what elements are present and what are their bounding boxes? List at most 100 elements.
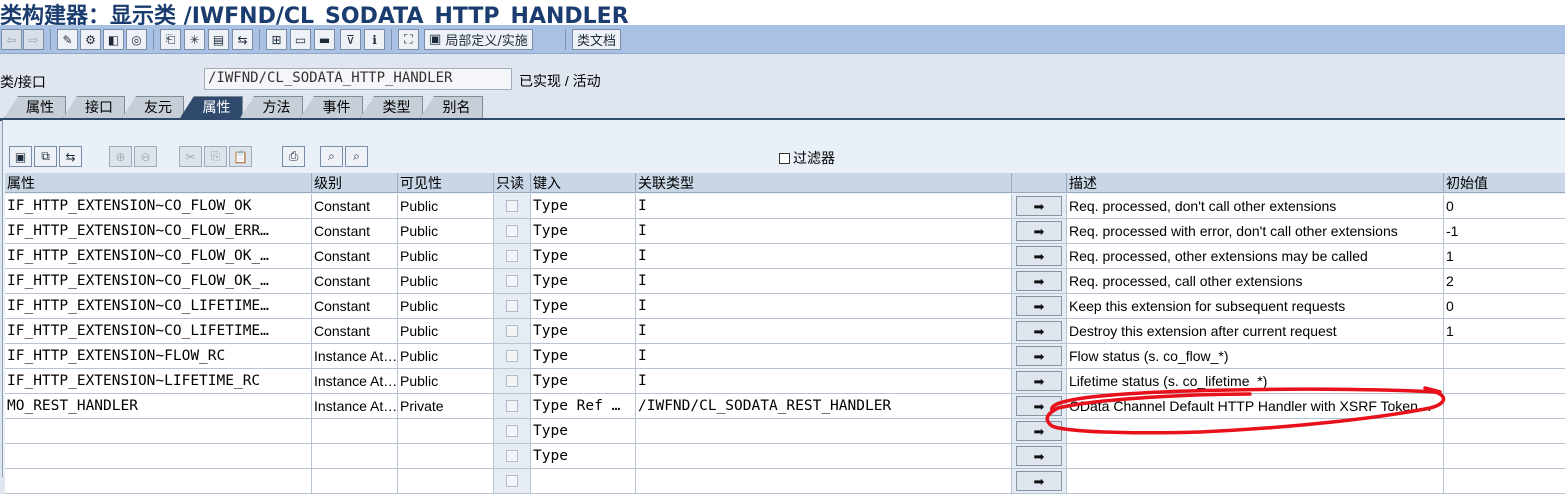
cell-desc[interactable]: Req. processed, call other extensions (1067, 269, 1444, 294)
cell-readonly[interactable] (494, 319, 531, 344)
cell-typing[interactable] (531, 469, 636, 494)
class-interface-input[interactable]: /IWFND/CL_SODATA_HTTP_HANDLER (204, 68, 512, 90)
cell-assoc[interactable]: I (636, 319, 1012, 344)
cell-init[interactable] (1444, 469, 1565, 494)
cell-readonly[interactable] (494, 294, 531, 319)
cell-init[interactable]: 0 (1444, 194, 1565, 219)
cell-navigate[interactable]: ➡ (1012, 419, 1067, 444)
cell-vis[interactable] (398, 469, 494, 494)
info-icon[interactable]: ℹ (364, 29, 385, 50)
table-row[interactable]: IF_HTTP_EXTENSION~CO_FLOW_OK_… Constant Pu… (5, 244, 1565, 269)
cell-attr[interactable]: IF_HTTP_EXTENSION~CO_LIFETIME… (5, 319, 312, 344)
cell-vis[interactable]: Public (398, 219, 494, 244)
class-documentation-button[interactable]: 类文档 (572, 29, 622, 50)
table-row[interactable]: Type ➡ (5, 444, 1565, 469)
cell-readonly[interactable] (494, 344, 531, 369)
cell-attr[interactable] (5, 419, 312, 444)
cell-navigate[interactable]: ➡ (1012, 344, 1067, 369)
table-row[interactable]: IF_HTTP_EXTENSION~CO_FLOW_ERR… Constant Pu… (5, 219, 1565, 244)
details-icon[interactable]: ▣ (9, 146, 32, 167)
column-header-description[interactable]: 描述 (1067, 173, 1444, 193)
tab-friends[interactable]: 友元 (122, 96, 184, 118)
cell-vis[interactable] (398, 419, 494, 444)
cell-typing[interactable]: Type (531, 344, 636, 369)
cell-desc[interactable]: Req. processed with error, don't call ot… (1067, 219, 1444, 244)
cell-attr[interactable]: MO_REST_HANDLER (5, 394, 312, 419)
cut-icon[interactable]: ✂ (179, 146, 202, 167)
cell-desc[interactable]: OData Channel Default HTTP Handler with … (1067, 394, 1444, 419)
cell-level[interactable]: Constant (312, 194, 398, 219)
cell-readonly[interactable] (494, 269, 531, 294)
find-next-icon[interactable]: ⌕ (345, 146, 368, 167)
arrow-right-icon[interactable]: ➡ (1016, 271, 1062, 291)
readonly-checkbox[interactable] (506, 250, 518, 262)
cell-desc[interactable]: Lifetime status (s. co_lifetime_*) (1067, 369, 1444, 394)
table-row[interactable]: IF_HTTP_EXTENSION~CO_FLOW_OK_… Constant Pu… (5, 269, 1565, 294)
column-header-level[interactable]: 级别 (312, 173, 398, 193)
cell-init[interactable] (1444, 369, 1565, 394)
cell-typing[interactable]: Type (531, 319, 636, 344)
cell-init[interactable] (1444, 394, 1565, 419)
cell-assoc[interactable] (636, 444, 1012, 469)
arrow-right-icon[interactable]: ➡ (1016, 396, 1062, 416)
display-change-icon[interactable]: ✎ (57, 29, 78, 50)
cell-typing[interactable]: Type (531, 294, 636, 319)
readonly-checkbox[interactable] (506, 200, 518, 212)
navigate-icon[interactable]: ⇆ (59, 146, 82, 167)
copy-icon[interactable]: ⧉ (34, 146, 57, 167)
cell-typing[interactable]: Type (531, 244, 636, 269)
cell-level[interactable]: Constant (312, 319, 398, 344)
cell-vis[interactable]: Public (398, 244, 494, 269)
cell-desc[interactable]: Keep this extension for subsequent reque… (1067, 294, 1444, 319)
cell-assoc[interactable]: I (636, 244, 1012, 269)
cell-readonly[interactable] (494, 369, 531, 394)
cell-level[interactable]: Constant (312, 219, 398, 244)
cell-assoc[interactable]: I (636, 294, 1012, 319)
display-object-list-icon[interactable]: ▤ (208, 29, 229, 50)
readonly-checkbox[interactable] (506, 375, 518, 387)
activate-icon[interactable]: ◎ (126, 29, 147, 50)
cell-level[interactable] (312, 469, 398, 494)
delete-row-icon[interactable]: ⊖ (134, 146, 157, 167)
cell-readonly[interactable] (494, 444, 531, 469)
table-row[interactable]: Type ➡ (5, 419, 1565, 444)
cell-assoc[interactable]: I (636, 194, 1012, 219)
cell-readonly[interactable] (494, 219, 531, 244)
readonly-checkbox[interactable] (506, 400, 518, 412)
cell-assoc[interactable]: I (636, 269, 1012, 294)
cell-typing[interactable]: Type (531, 219, 636, 244)
cell-vis[interactable]: Public (398, 294, 494, 319)
cell-assoc[interactable]: /IWFND/CL_SODATA_REST_HANDLER (636, 394, 1012, 419)
cell-assoc[interactable] (636, 419, 1012, 444)
cell-readonly[interactable] (494, 194, 531, 219)
column-header-visibility[interactable]: 可见性 (398, 173, 494, 193)
arrow-right-icon[interactable]: ➡ (1016, 246, 1062, 266)
arrow-right-icon[interactable]: ➡ (1016, 471, 1062, 491)
cell-navigate[interactable]: ➡ (1012, 244, 1067, 269)
arrow-right-icon[interactable]: ➡ (1016, 196, 1062, 216)
cell-readonly[interactable] (494, 244, 531, 269)
cell-readonly[interactable] (494, 419, 531, 444)
readonly-checkbox[interactable] (506, 350, 518, 362)
cell-assoc[interactable]: I (636, 369, 1012, 394)
cell-navigate[interactable]: ➡ (1012, 294, 1067, 319)
print-icon[interactable]: ▭ (290, 29, 311, 50)
insert-row-icon[interactable]: ⊕ (109, 146, 132, 167)
cell-navigate[interactable]: ➡ (1012, 269, 1067, 294)
table-row[interactable]: IF_HTTP_EXTENSION~CO_LIFETIME… Constant Pu… (5, 294, 1565, 319)
table-row[interactable]: MO_REST_HANDLER Instance At… Private Type R… (5, 394, 1565, 419)
arrow-right-icon[interactable]: ➡ (1016, 221, 1062, 241)
cell-assoc[interactable] (636, 469, 1012, 494)
print-icon[interactable]: ⎙ (282, 146, 305, 167)
paste-icon[interactable]: 📋 (229, 146, 252, 167)
table-row[interactable]: ➡ (5, 469, 1565, 494)
tab-properties[interactable]: 属性 (4, 96, 66, 118)
column-header-associated-type[interactable]: 关联类型 (636, 173, 1012, 193)
cell-attr[interactable]: IF_HTTP_EXTENSION~CO_LIFETIME… (5, 294, 312, 319)
object-list-icon[interactable]: ✳ (184, 29, 205, 50)
cell-desc[interactable] (1067, 469, 1444, 494)
hierarchy-icon[interactable]: ⊞ (266, 29, 287, 50)
readonly-checkbox[interactable] (506, 225, 518, 237)
readonly-checkbox[interactable] (506, 300, 518, 312)
local-types-icon[interactable]: ⛶ (398, 29, 419, 50)
